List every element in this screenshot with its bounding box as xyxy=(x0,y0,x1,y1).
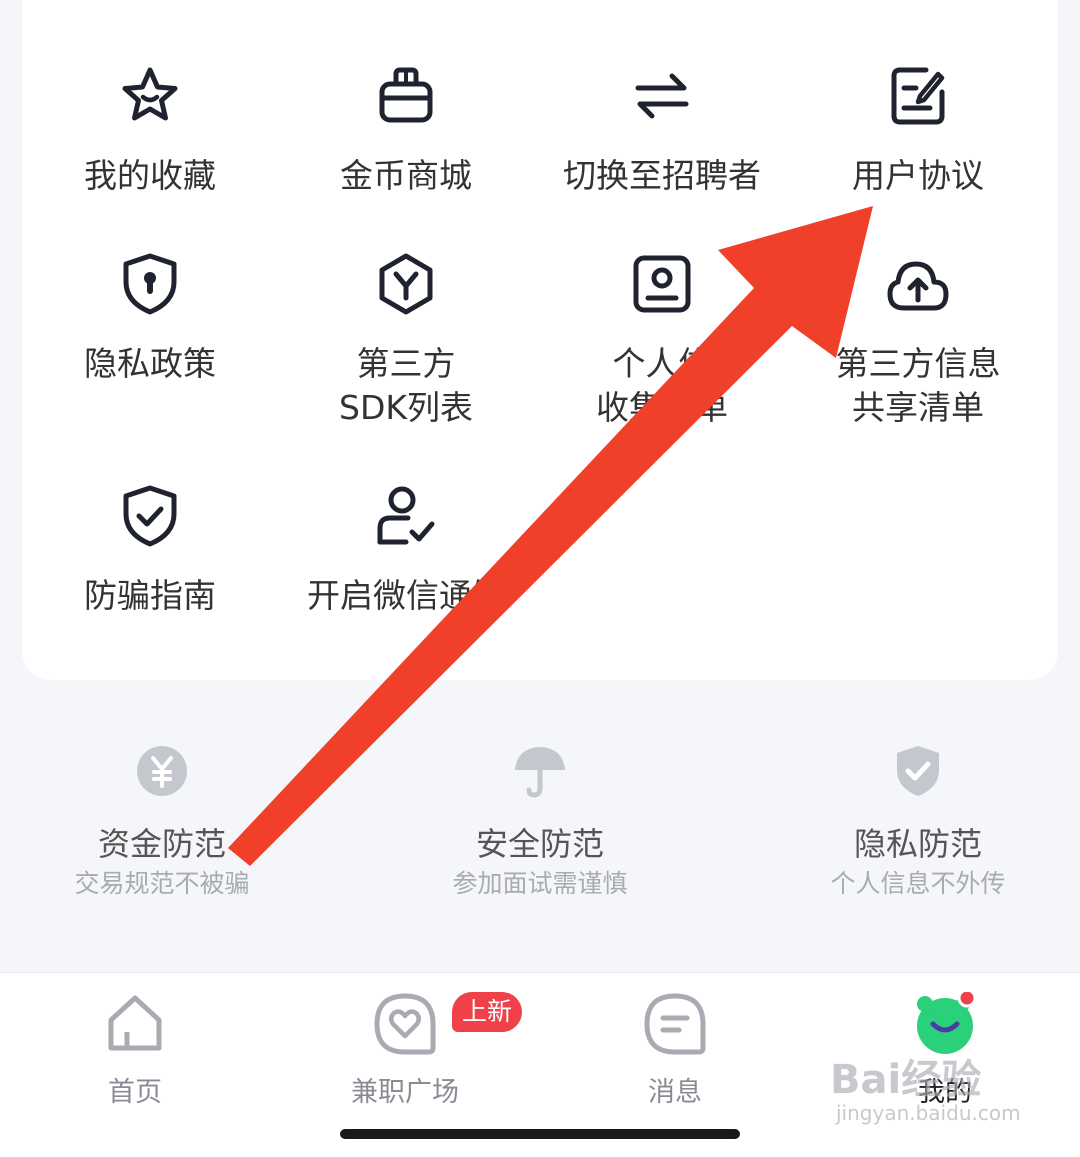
watermark: Bai经验 jingyan.baidu.com xyxy=(830,1060,1050,1126)
tool-sdk-list[interactable]: 第三方 SDK列表 xyxy=(278,252,534,430)
guard-funds[interactable]: 资金防范 交易规范不被骗 xyxy=(12,744,312,900)
tool-label: 隐私政策 xyxy=(84,344,216,383)
tool-label: 金币商城 xyxy=(340,156,472,195)
cloud-upload-icon xyxy=(887,261,949,311)
tool-label: 用户协议 xyxy=(852,156,984,195)
tool-label: 切换至招聘者 xyxy=(563,156,761,195)
message-icon xyxy=(644,993,706,1055)
guard-title: 资金防范 xyxy=(97,825,226,863)
sdk-hexagon-icon xyxy=(379,253,433,315)
guard-subtitle: 参加面试需谨慎 xyxy=(452,869,628,898)
home-indicator xyxy=(340,1129,740,1139)
heart-chat-icon xyxy=(374,993,436,1055)
star-icon xyxy=(122,67,178,121)
switch-arrows-icon xyxy=(635,73,689,119)
tool-label: 第三方信息 共享清单 xyxy=(835,344,1001,427)
shield-keyhole-icon xyxy=(123,253,177,315)
tool-switch-recruiter[interactable]: 切换至招聘者 xyxy=(534,64,790,198)
guard-subtitle: 个人信息不外传 xyxy=(830,869,1006,898)
guard-title: 安全防范 xyxy=(475,825,604,863)
tool-coin-mall[interactable]: 金币商城 xyxy=(278,64,534,198)
new-badge: 上新 xyxy=(452,992,522,1032)
home-icon xyxy=(108,995,162,1051)
tool-anti-fraud-guide[interactable]: 防骗指南 xyxy=(22,484,278,618)
tool-wechat-notify[interactable]: 开启微信通知 xyxy=(278,484,534,618)
tool-label: 个人信 收集清单 xyxy=(596,344,728,427)
tab-label: 首页 xyxy=(108,1077,162,1108)
tool-label: 开启微信通知 xyxy=(307,576,505,615)
user-check-icon xyxy=(377,486,435,545)
guard-safety[interactable]: 安全防范 参加面试需谨慎 xyxy=(390,744,690,900)
tab-messages[interactable]: 消息 xyxy=(575,992,775,1109)
tool-third-party-share[interactable]: 第三方信息 共享清单 xyxy=(790,252,1046,430)
tool-label: 第三方 SDK列表 xyxy=(339,344,473,427)
profile-card-icon xyxy=(633,255,691,313)
document-edit-icon xyxy=(891,67,945,125)
mascot-avatar-icon xyxy=(917,992,977,1054)
tool-label: 我的收藏 xyxy=(84,156,216,195)
umbrella-icon xyxy=(515,747,565,798)
guard-title: 隐私防范 xyxy=(853,825,982,863)
tool-favorites[interactable]: 我的收藏 xyxy=(22,64,278,198)
tab-home[interactable]: 首页 xyxy=(35,992,235,1109)
tab-label: 兼职广场 xyxy=(351,1077,459,1108)
tool-label: 防骗指南 xyxy=(84,576,216,615)
watermark-logo: Bai经验 xyxy=(830,1057,982,1103)
shield-check-icon xyxy=(897,746,939,796)
tool-user-agreement[interactable]: 用户协议 xyxy=(790,64,1046,198)
tool-personal-info-list[interactable]: 个人信 收集清单 xyxy=(534,252,790,430)
yuan-coin-icon xyxy=(137,746,187,796)
watermark-url: jingyan.baidu.com xyxy=(836,1101,1021,1125)
guard-subtitle: 交易规范不被骗 xyxy=(74,869,250,898)
tab-label: 消息 xyxy=(648,1077,702,1108)
guard-privacy[interactable]: 隐私防范 个人信息不外传 xyxy=(768,744,1068,900)
shield-check-icon xyxy=(123,485,177,547)
tool-privacy-policy[interactable]: 隐私政策 xyxy=(22,252,278,386)
gift-box-icon xyxy=(379,67,433,123)
